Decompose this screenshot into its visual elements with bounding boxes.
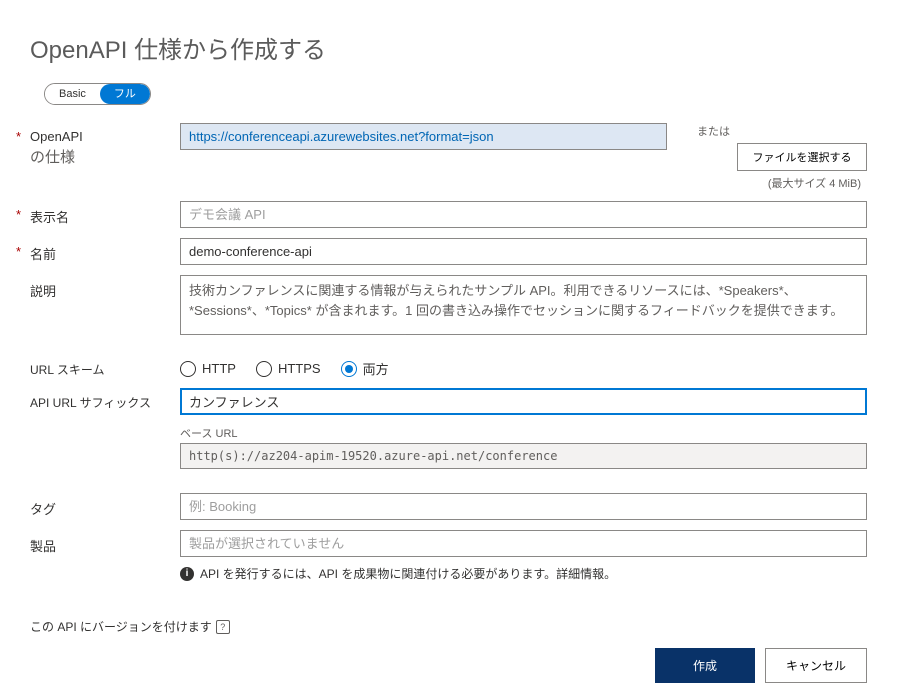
url-scheme-label: URL スキーム xyxy=(30,361,180,378)
version-label: この API にバージョンを付けます xyxy=(30,618,212,635)
radio-both[interactable]: 両方 xyxy=(341,359,389,378)
radio-https[interactable]: HTTPS xyxy=(256,361,321,377)
suffix-label: API URL サフィックス xyxy=(30,394,180,411)
required-marker: * xyxy=(16,244,21,259)
products-input[interactable] xyxy=(180,530,867,557)
suffix-input[interactable] xyxy=(180,388,867,415)
required-marker: * xyxy=(16,129,21,144)
base-url-display xyxy=(180,443,867,469)
max-size-label: (最大サイズ 4 MiB) xyxy=(697,175,867,191)
tags-input[interactable] xyxy=(180,493,867,520)
radio-icon xyxy=(341,361,357,377)
toggle-full[interactable]: フル xyxy=(100,84,150,104)
openapi-sublabel: の仕様 xyxy=(30,146,180,167)
radio-icon xyxy=(180,361,196,377)
radio-icon xyxy=(256,361,272,377)
radio-both-label: 両方 xyxy=(363,359,389,378)
description-label: 説明 xyxy=(30,281,180,300)
radio-http-label: HTTP xyxy=(202,361,236,376)
name-input[interactable] xyxy=(180,238,867,265)
cancel-button[interactable]: キャンセル xyxy=(765,648,867,683)
name-label: 名前 xyxy=(30,244,180,263)
products-info-text: API を発行するには、API を成果物に関連付ける必要があります。詳細情報。 xyxy=(200,565,616,582)
create-button[interactable]: 作成 xyxy=(655,648,755,683)
footer: 作成 キャンセル xyxy=(0,636,897,695)
required-marker: * xyxy=(16,207,21,222)
openapi-url-input[interactable] xyxy=(180,123,667,150)
info-icon: i xyxy=(180,567,194,581)
display-name-input[interactable] xyxy=(180,201,867,228)
base-url-label: ベース URL xyxy=(180,425,867,441)
radio-https-label: HTTPS xyxy=(278,361,321,376)
tags-label: タグ xyxy=(30,499,180,518)
or-label: または xyxy=(697,123,867,139)
select-file-button[interactable]: ファイルを選択する xyxy=(737,143,867,171)
mode-toggle[interactable]: Basic フル xyxy=(44,83,151,105)
url-scheme-radio-group: HTTP HTTPS 両方 xyxy=(180,355,867,378)
toggle-basic[interactable]: Basic xyxy=(45,84,100,104)
radio-http[interactable]: HTTP xyxy=(180,361,236,377)
page-title: OpenAPI 仕様から作成する xyxy=(30,30,867,65)
description-textarea[interactable]: 技術カンファレンスに関連する情報が与えられたサンプル API。利用できるリソース… xyxy=(180,275,867,335)
display-name-label: 表示名 xyxy=(30,207,180,226)
help-icon[interactable]: ? xyxy=(216,620,230,634)
openapi-label: OpenAPI xyxy=(30,129,180,144)
products-label: 製品 xyxy=(30,536,180,555)
